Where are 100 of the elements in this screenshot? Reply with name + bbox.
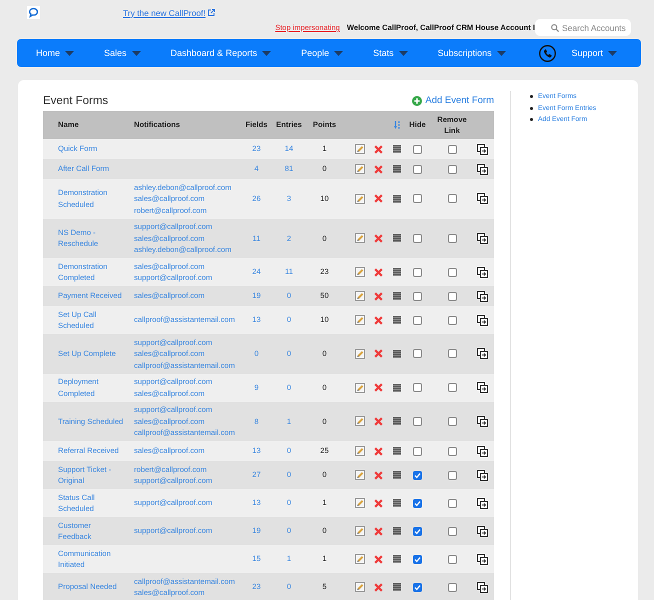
edit-icon[interactable] (355, 416, 365, 426)
copy-icon[interactable] (477, 348, 488, 360)
list-icon[interactable] (393, 555, 401, 563)
hide-checkbox[interactable] (413, 164, 422, 174)
nav-menu-item[interactable]: People (301, 48, 344, 58)
edit-icon[interactable] (355, 446, 365, 456)
search-field[interactable]: Search Accounts (535, 19, 631, 36)
list-icon[interactable] (393, 268, 401, 276)
copy-icon[interactable] (477, 144, 488, 154)
nav-menu-item[interactable]: Dashboard & Reports (170, 48, 272, 58)
list-icon[interactable] (393, 471, 401, 479)
nav-menu-item[interactable]: Subscriptions (438, 48, 506, 58)
remove-link-checkbox[interactable] (448, 194, 456, 204)
list-icon[interactable] (393, 292, 401, 300)
logo-icon[interactable] (27, 6, 40, 19)
delete-icon[interactable] (374, 349, 383, 358)
remove-link-checkbox[interactable] (448, 498, 456, 508)
list-icon[interactable] (393, 350, 401, 358)
list-icon[interactable] (393, 447, 401, 455)
remove-link-checkbox[interactable] (448, 268, 456, 276)
delete-icon[interactable] (374, 582, 383, 592)
phone-icon[interactable] (539, 44, 556, 62)
hide-checkbox[interactable] (413, 268, 422, 276)
list-icon[interactable] (393, 145, 401, 153)
remove-link-checkbox[interactable] (448, 144, 456, 154)
copy-icon[interactable] (477, 470, 488, 480)
delete-icon[interactable] (374, 194, 383, 204)
copy-icon[interactable] (477, 446, 488, 456)
remove-link-checkbox[interactable] (448, 446, 456, 456)
delete-icon[interactable] (374, 144, 383, 154)
edit-icon[interactable] (355, 164, 365, 174)
edit-icon[interactable] (355, 470, 365, 480)
edit-icon[interactable] (355, 382, 365, 392)
hide-checkbox[interactable] (413, 526, 422, 536)
remove-link-checkbox[interactable] (448, 234, 456, 243)
nav-menu-item[interactable]: Stats (373, 48, 408, 58)
list-icon[interactable] (393, 527, 401, 535)
copy-icon[interactable] (477, 498, 488, 508)
edit-icon[interactable] (355, 348, 365, 359)
copy-icon[interactable] (477, 266, 488, 278)
edit-icon[interactable] (355, 582, 365, 592)
list-icon[interactable] (393, 499, 401, 507)
edit-icon[interactable] (355, 526, 365, 536)
try-new-version-link[interactable]: Try the new CallProof! (123, 8, 215, 18)
copy-icon[interactable] (477, 193, 488, 204)
hide-checkbox[interactable] (413, 194, 422, 204)
list-icon[interactable] (393, 316, 401, 324)
delete-icon[interactable] (374, 416, 383, 426)
copy-icon[interactable] (477, 554, 488, 564)
copy-icon[interactable] (477, 290, 488, 302)
edit-icon[interactable] (355, 291, 365, 301)
edit-icon[interactable] (355, 267, 365, 277)
hide-checkbox[interactable] (413, 349, 422, 358)
add-event-form-link[interactable]: Add Event Form (412, 95, 494, 106)
hide-checkbox[interactable] (413, 582, 422, 592)
remove-link-checkbox[interactable] (448, 349, 456, 358)
hide-checkbox[interactable] (413, 383, 422, 392)
hide-checkbox[interactable] (413, 416, 422, 426)
sort-icon[interactable] (394, 121, 400, 129)
nav-menu-item[interactable]: Home (36, 48, 74, 58)
remove-link-checkbox[interactable] (448, 526, 456, 536)
remove-link-checkbox[interactable] (448, 582, 456, 592)
hide-checkbox[interactable] (413, 554, 422, 564)
nav-menu-item[interactable]: Sales (104, 48, 141, 58)
delete-icon[interactable] (374, 446, 383, 456)
hide-checkbox[interactable] (413, 498, 422, 508)
delete-icon[interactable] (374, 292, 383, 300)
delete-icon[interactable] (374, 316, 383, 324)
copy-icon[interactable] (477, 164, 488, 174)
list-icon[interactable] (393, 384, 401, 392)
list-icon[interactable] (393, 417, 401, 426)
remove-link-checkbox[interactable] (448, 164, 456, 174)
copy-icon[interactable] (477, 314, 488, 326)
hide-checkbox[interactable] (413, 144, 422, 154)
remove-link-checkbox[interactable] (448, 554, 456, 564)
list-icon[interactable] (393, 194, 401, 203)
hide-checkbox[interactable] (413, 470, 422, 480)
delete-icon[interactable] (374, 164, 383, 174)
remove-link-checkbox[interactable] (448, 292, 456, 300)
edit-icon[interactable] (355, 315, 365, 325)
hide-checkbox[interactable] (413, 292, 422, 300)
copy-icon[interactable] (477, 526, 488, 536)
copy-icon[interactable] (477, 382, 488, 393)
copy-icon[interactable] (477, 582, 488, 592)
delete-icon[interactable] (374, 383, 383, 392)
copy-icon[interactable] (477, 416, 488, 427)
delete-icon[interactable] (374, 234, 383, 243)
list-icon[interactable] (393, 165, 401, 173)
delete-icon[interactable] (374, 554, 383, 564)
remove-link-checkbox[interactable] (448, 316, 456, 324)
list-icon[interactable] (393, 234, 401, 242)
edit-icon[interactable] (355, 554, 365, 564)
edit-icon[interactable] (355, 233, 365, 244)
delete-icon[interactable] (374, 526, 383, 536)
delete-icon[interactable] (374, 470, 383, 480)
delete-icon[interactable] (374, 268, 383, 276)
hide-checkbox[interactable] (413, 316, 422, 324)
remove-link-checkbox[interactable] (448, 416, 456, 426)
edit-icon[interactable] (355, 498, 365, 508)
list-icon[interactable] (393, 583, 401, 591)
